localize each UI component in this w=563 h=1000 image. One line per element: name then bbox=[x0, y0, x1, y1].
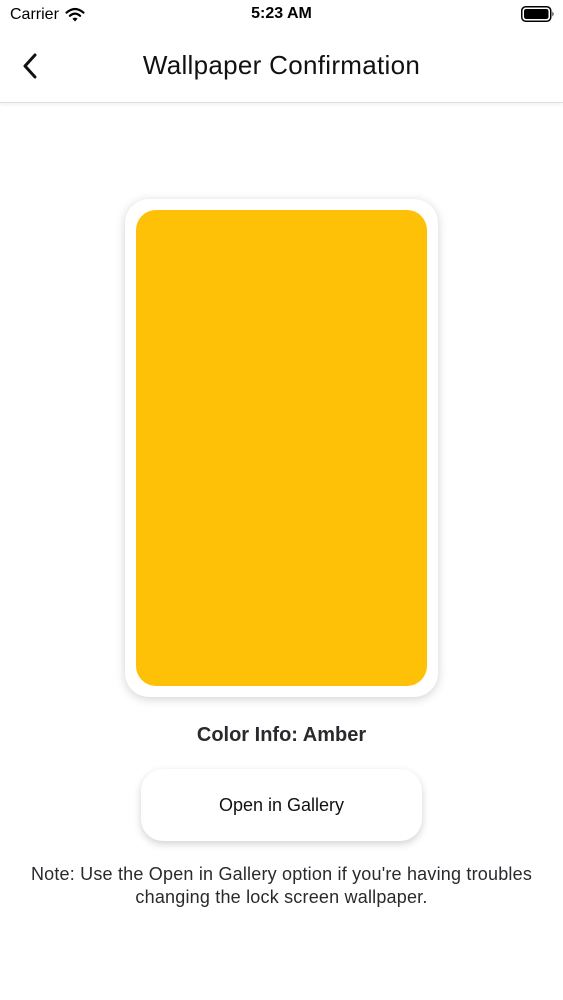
status-bar: Carrier 5:23 AM bbox=[0, 0, 563, 30]
wallpaper-color-swatch bbox=[136, 210, 427, 686]
navigation-bar: Wallpaper Confirmation bbox=[0, 30, 563, 103]
status-time: 5:23 AM bbox=[251, 5, 312, 22]
help-note: Note: Use the Open in Gallery option if … bbox=[30, 864, 533, 907]
open-in-gallery-label: Open in Gallery bbox=[218, 794, 345, 815]
battery-icon bbox=[521, 6, 554, 22]
wallpaper-preview-card bbox=[125, 199, 438, 697]
page-title: Wallpaper Confirmation bbox=[142, 50, 421, 80]
open-in-gallery-button[interactable]: Open in Gallery bbox=[141, 769, 422, 841]
color-info-label: Color Info: Amber bbox=[196, 724, 367, 746]
